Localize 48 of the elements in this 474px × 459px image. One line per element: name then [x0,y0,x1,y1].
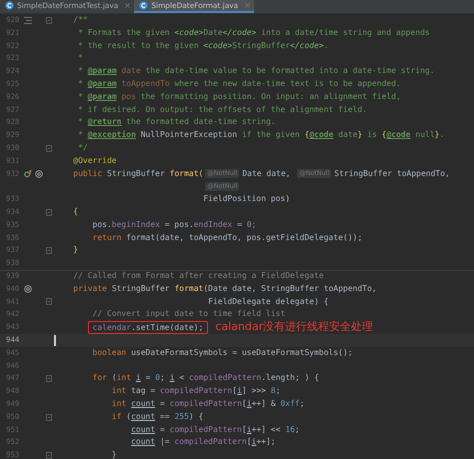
fold-icon[interactable] [46,208,52,216]
code-line: } [112,449,117,459]
ring-icon[interactable] [35,170,43,178]
fold-icon[interactable] [46,16,52,24]
code-line: * [78,52,83,64]
fold-icon[interactable] [46,298,52,306]
close-icon[interactable] [245,3,250,8]
code-text: StringBuffer toAppendTo, [334,168,450,180]
code-line: * Formats the given <code>Date</code> into a date/time string and appends [78,26,430,39]
code-line: count = compiledPattern[i++] << 16; [131,424,300,436]
code-line: boolean useDateFormatSymbols = useDateFormatSymbols(); [92,346,353,359]
code-text: public StringBuffer format( [73,168,204,180]
code-line: * @param date the date-time value to be formatted into a date-time string. [78,65,435,78]
code-line: * @exception NullPointerException if the given {@code date} is {@code null}. [78,129,444,142]
fold-icon[interactable] [46,247,52,254]
code-line: for (int i = 0; i < compiledPattern.length; ) { [92,372,320,384]
list-lines-icon[interactable] [24,16,32,24]
code-line: FieldDelegate delegate) { [208,296,329,308]
code-line: * the result to the given <code>StringBuffer</code>. [78,40,329,52]
code-line: int count = compiledPattern[i++] & 0xff; [112,398,305,410]
fold-icon[interactable] [46,452,52,459]
code-line: int tag = compiledPattern[i] >>> 8; [112,385,280,398]
code-line: /** [73,14,88,26]
code-line: count |= compiledPattern[i++]; [131,436,276,448]
class-file-icon [139,1,148,10]
code-line: */ [78,142,88,154]
code-line: // Called from Format after creating a FieldDelegate [73,270,324,282]
code-line: if (count == 255) { [112,410,204,423]
code-line: { [73,206,78,218]
code-line: * @param toAppendTo where the new date-time text is to be appended. [78,78,401,90]
code-line: * if desired. On output: the offsets of the alignment field. [78,104,368,116]
code-line: * @param pos the formatting position. On input: an alignment field, [78,90,401,103]
fold-icon[interactable] [46,375,52,382]
ring-icon[interactable] [24,285,32,294]
code-line: FieldPosition pos) [203,193,290,206]
annotation-text: calandar没有进行线程安全处理 [215,321,374,334]
code-line: @Override [73,154,117,167]
code-text: Date date, [242,168,292,180]
code-line: * @return the formatted date-time string. [78,116,276,128]
code-line: private StringBuffer format(Date date, StringBuffer toAppendTo, [73,282,377,295]
code-line: pos.beginIndex = pos.endIndex = 0; [92,218,256,231]
close-icon[interactable] [125,3,130,8]
code-line: return format(date, toAppendTo, pos.getFieldDelegate()); [92,232,362,244]
fold-icon[interactable] [46,144,52,152]
code-line: } [73,244,78,256]
class-file-icon [5,1,14,10]
code-line: // Convert input date to time field list [92,308,286,320]
fold-icon[interactable] [46,414,52,421]
